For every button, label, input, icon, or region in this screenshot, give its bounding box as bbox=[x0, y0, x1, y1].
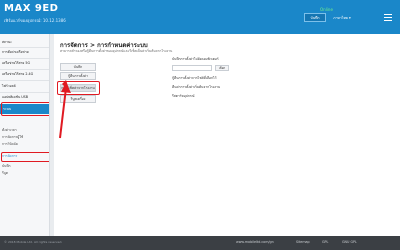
backup-button[interactable]: บันทึก bbox=[60, 63, 96, 71]
highlight-box-factory-reset bbox=[57, 81, 100, 95]
reboot-button[interactable]: รีบูตเครื่อง bbox=[60, 95, 96, 103]
reboot-description: รีสตาร์ทอุปกรณ์ bbox=[172, 94, 195, 98]
language-label: ภาษาไทย bbox=[333, 15, 348, 20]
sidebar-subitem-diagnostics[interactable]: การวินิจฉัย bbox=[0, 142, 49, 147]
sidebar-subitem-time[interactable]: ตั้งค่าเวลา bbox=[0, 128, 49, 133]
highlight-box-system bbox=[1, 102, 49, 116]
footer-link-gpl[interactable]: GPL bbox=[322, 240, 328, 244]
sidebar-subitem-reboot[interactable]: รีบูต bbox=[0, 171, 49, 176]
sidebar-subitem-log[interactable]: บันทึก bbox=[0, 164, 49, 169]
sidebar-item-usb[interactable]: แอปพลิเคชัน USB bbox=[0, 95, 49, 100]
footer-link-website[interactable]: www.mobileltd.com/gn bbox=[236, 240, 274, 244]
page-description: สามารถสำรองหรือกู้คืนการตั้งค่าของอุปกรณ… bbox=[60, 49, 173, 53]
sidebar-item-wifi5g[interactable]: เครือข่ายไร้สาย 5G bbox=[0, 61, 49, 66]
sidebar-item-firewall[interactable]: ไฟร์วอลล์ bbox=[0, 84, 49, 89]
app-window: MAX 9ED เฟิร์มแวร์ของอุปกรณ์: 10.12.1386… bbox=[0, 0, 400, 250]
save-label: บันทึก bbox=[310, 15, 320, 20]
top-header: MAX 9ED เฟิร์มแวร์ของอุปกรณ์: 10.12.1386… bbox=[0, 0, 400, 34]
online-status: Online bbox=[320, 7, 333, 12]
restore-description: กู้คืนการตั้งค่าจากไฟล์ที่เลือกไว้ bbox=[172, 76, 217, 80]
main-panel: การจัดการ > การกำหนดค่าระบบ สามารถสำรองห… bbox=[54, 34, 400, 236]
footer-link-sitemap[interactable]: Sitemap bbox=[296, 240, 310, 244]
footer: © 2018 Mobile Ltd. All rights reserved. … bbox=[0, 236, 400, 250]
brand-logo: MAX 9ED bbox=[4, 3, 59, 14]
hamburger-menu-icon[interactable] bbox=[384, 14, 392, 21]
chevron-down-icon: ▾ bbox=[348, 15, 351, 20]
backup-description: บันทึกการตั้งค่าไปยังคอมพิวเตอร์ bbox=[172, 57, 219, 61]
copyright-text: © 2018 Mobile Ltd. All rights reserved. bbox=[4, 240, 63, 244]
save-button[interactable]: บันทึก bbox=[304, 13, 326, 22]
sidebar-item-network[interactable]: การตั้งค่าเครือข่าย bbox=[0, 50, 49, 55]
highlight-box-management bbox=[1, 152, 49, 162]
factory-reset-description: คืนค่าการตั้งค่าเริ่มต้นจากโรงงาน bbox=[172, 85, 221, 89]
footer-link-gnu-gpl[interactable]: GNU GPL bbox=[342, 240, 357, 244]
sidebar-subitem-users[interactable]: การจัดการผู้ใช้ bbox=[0, 135, 49, 140]
sidebar: สถานะ การตั้งค่าเครือข่าย เครือข่ายไร้สา… bbox=[0, 34, 50, 236]
restore-button[interactable]: กู้คืนการตั้งค่า bbox=[60, 72, 96, 80]
sidebar-item-wifi24g[interactable]: เครือข่ายไร้สาย 2.4G bbox=[0, 72, 49, 77]
language-select[interactable]: ภาษาไทย ▾ bbox=[329, 13, 355, 22]
sidebar-item-status[interactable]: สถานะ bbox=[0, 40, 49, 45]
choose-file-button[interactable]: เลือก bbox=[215, 65, 229, 71]
firmware-info: เฟิร์มแวร์ของอุปกรณ์: 10.12.1386 bbox=[4, 18, 66, 23]
restore-file-input[interactable] bbox=[172, 65, 212, 71]
